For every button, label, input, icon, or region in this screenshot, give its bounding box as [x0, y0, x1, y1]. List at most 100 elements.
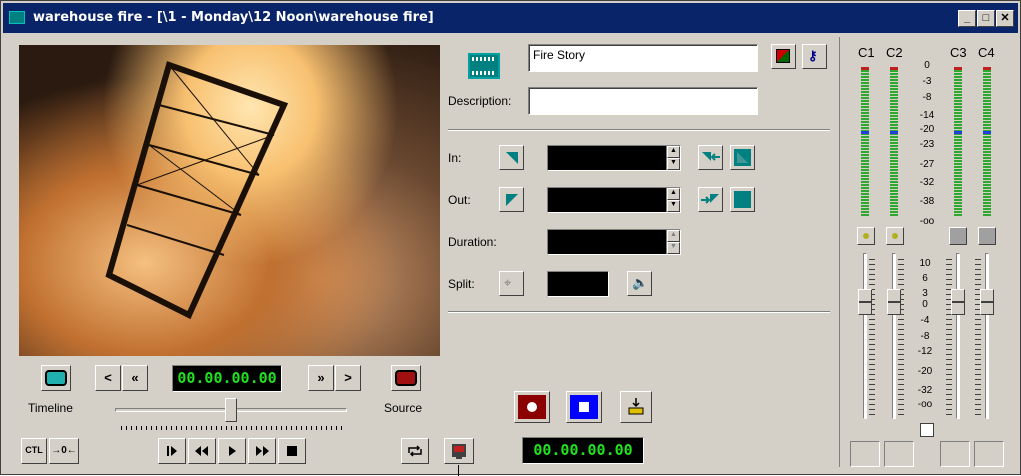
fader-track-c2[interactable]: [892, 253, 896, 419]
meter-c2: [890, 67, 898, 217]
fader-scale-label: -32: [917, 385, 933, 396]
split-audio-button[interactable]: 🔈: [627, 271, 652, 296]
divider: [448, 129, 830, 131]
play-icon: [229, 446, 236, 456]
peak-c1: [861, 67, 869, 70]
source-label: Source: [384, 401, 423, 415]
timeline-icon: [45, 370, 67, 386]
fader-scale-label: 3: [922, 288, 928, 299]
goto-out-button[interactable]: [698, 187, 723, 212]
channel-c2-box: [884, 441, 914, 467]
close-button[interactable]: ✕: [996, 10, 1014, 27]
clear-in-button[interactable]: [730, 145, 755, 170]
split-label: Split:: [448, 277, 475, 291]
channel-c4-label: C4: [978, 45, 995, 60]
goto-in-icon: [702, 152, 720, 161]
video-preview: [19, 45, 440, 356]
jog-slider-ticks: [121, 426, 343, 430]
channel-c3-toggle[interactable]: [949, 227, 967, 245]
record-button[interactable]: [514, 391, 550, 423]
fader-track-c3[interactable]: [956, 253, 960, 419]
properties-button[interactable]: ⚷: [802, 44, 827, 69]
next-button[interactable]: >: [335, 365, 361, 391]
record-icon: [518, 395, 546, 419]
clear-out-icon: [734, 191, 751, 208]
video-frame-image: [105, 61, 289, 320]
step-forward-button[interactable]: [158, 438, 186, 464]
goto-in-button[interactable]: [698, 145, 723, 170]
channel-c2-label: C2: [886, 45, 903, 60]
fader-scale-label: 10: [919, 258, 931, 269]
meter-scale-label: -32: [919, 177, 935, 188]
timeline-label: Timeline: [28, 401, 73, 415]
fader-scale-label: -20: [917, 366, 933, 377]
peak-c4: [983, 67, 991, 70]
out-timecode-field[interactable]: ▲ ▼: [547, 187, 681, 213]
divider-lower: [448, 311, 830, 313]
rewind-play-button[interactable]: [188, 438, 216, 464]
timeline-button[interactable]: [41, 365, 71, 391]
maximize-button[interactable]: □: [977, 10, 995, 27]
minimize-button[interactable]: _: [958, 10, 976, 27]
previous-button[interactable]: <: [95, 365, 121, 391]
fader-c1[interactable]: [858, 289, 872, 315]
title-bar[interactable]: warehouse fire - [\1 - Monday\12 Noon\wa…: [3, 3, 1018, 33]
duration-spinner: ▲ ▼: [666, 230, 680, 254]
ref-c1: [861, 131, 869, 134]
zero-button[interactable]: →0←: [49, 438, 79, 464]
mark-out-button[interactable]: [499, 187, 524, 212]
speaker-icon: 🔈: [632, 275, 649, 290]
play-button[interactable]: [218, 438, 246, 464]
fader-c4[interactable]: [980, 289, 994, 315]
clip-name-field[interactable]: Fire Story: [528, 44, 758, 72]
stop-record-button[interactable]: [566, 391, 602, 423]
clear-out-button[interactable]: [730, 187, 755, 212]
jog-slider-thumb[interactable]: [225, 398, 237, 422]
channel-c4-box: [974, 441, 1004, 467]
filmstrip-icon: [468, 53, 500, 79]
channel-c2-toggle[interactable]: [886, 227, 904, 245]
in-spinner[interactable]: ▲ ▼: [666, 146, 680, 170]
fast-forward-button[interactable]: »: [308, 365, 334, 391]
out-label: Out:: [448, 193, 471, 207]
out-spinner[interactable]: ▲ ▼: [666, 188, 680, 212]
fader-ticks-c1: [869, 259, 875, 415]
ref-c3: [954, 131, 962, 134]
fader-c3[interactable]: [951, 289, 965, 315]
split-video-button[interactable]: ⌖: [499, 271, 524, 296]
fader-c2[interactable]: [887, 289, 901, 315]
meter-scale-label: -8: [922, 92, 932, 103]
thumbnail-button[interactable]: [771, 44, 796, 69]
fast-forward-icon: [256, 446, 269, 456]
goto-out-icon: [701, 194, 719, 204]
fader-scale-label: -4: [920, 315, 930, 326]
ctl-button[interactable]: CTL: [21, 438, 47, 464]
monitor-pointer: [458, 465, 459, 476]
channel-c1-toggle[interactable]: [857, 227, 875, 245]
step-frame-icon: [167, 446, 177, 456]
description-field[interactable]: [528, 87, 758, 115]
fader-track-c4[interactable]: [985, 253, 989, 419]
duration-field[interactable]: ▲ ▼: [547, 229, 681, 255]
meter-scale-label: 0: [924, 60, 930, 71]
loop-button[interactable]: [401, 438, 429, 464]
mark-in-button[interactable]: [499, 145, 524, 170]
transport-timecode: 00.00.00.00: [172, 365, 282, 392]
channel-c4-toggle[interactable]: [978, 227, 996, 245]
eject-icon: [628, 398, 644, 415]
rewind-button[interactable]: «: [122, 365, 148, 391]
fader-ticks-c3: [946, 259, 952, 415]
fader-track-c1[interactable]: [863, 253, 867, 419]
link-faders-checkbox[interactable]: [920, 423, 934, 437]
split-field[interactable]: [547, 271, 609, 297]
peak-c2: [890, 67, 898, 70]
eject-button[interactable]: [620, 391, 652, 423]
peak-c3: [954, 67, 962, 70]
fader-scale-label: 0: [922, 299, 928, 310]
fast-play-button[interactable]: [248, 438, 276, 464]
stop-button[interactable]: [278, 438, 306, 464]
stop-icon: [287, 446, 297, 456]
monitor-button[interactable]: [444, 438, 474, 464]
in-timecode-field[interactable]: ▲ ▼: [547, 145, 681, 171]
source-button[interactable]: [391, 365, 421, 391]
